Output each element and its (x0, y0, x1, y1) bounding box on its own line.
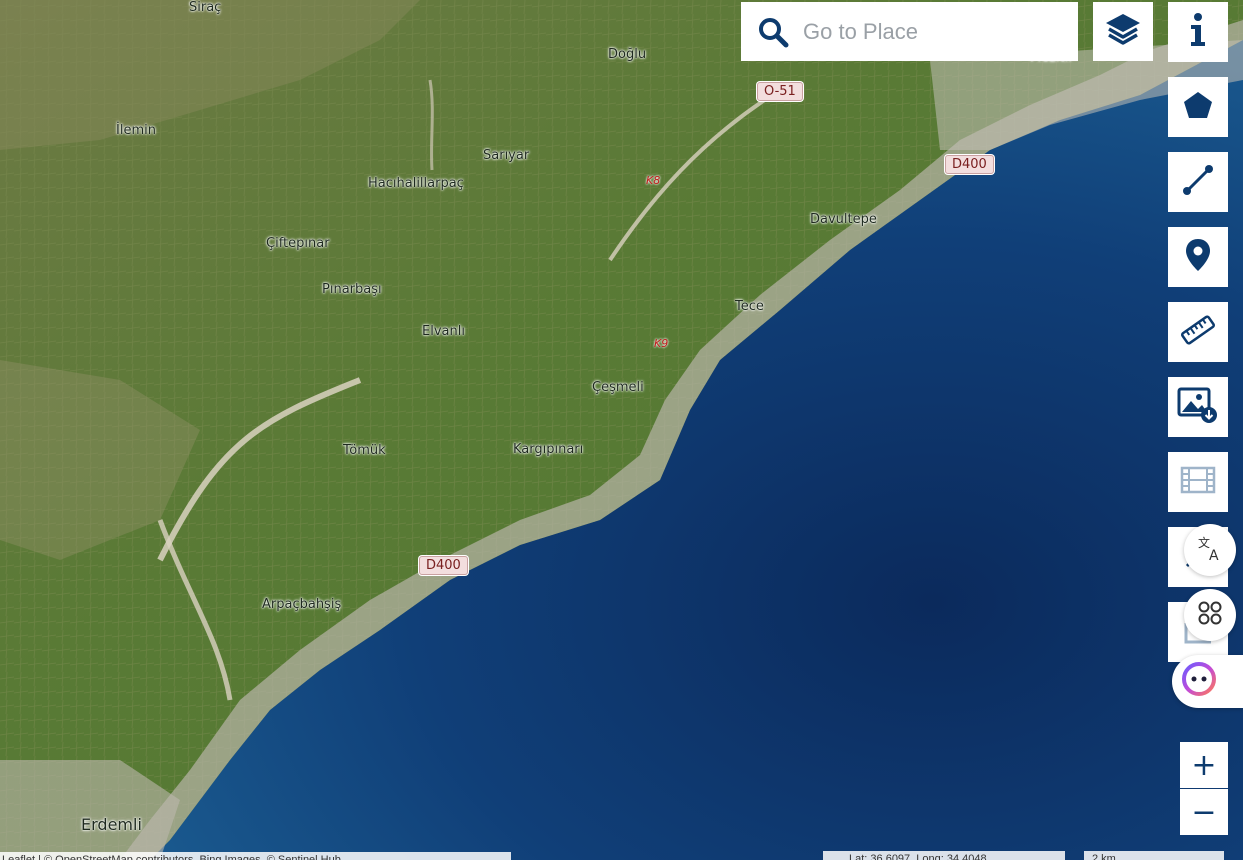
apps-icon (1197, 600, 1223, 631)
place-label-davultepe: Davultepe (810, 212, 877, 227)
measure-button[interactable] (1168, 302, 1228, 362)
place-label-cesmeli: Çeşmeli (592, 380, 644, 395)
info-button[interactable] (1168, 2, 1228, 62)
assistant-button[interactable] (1172, 655, 1243, 708)
svg-text:A: A (1209, 548, 1219, 562)
place-label-doglu: Doğlu (608, 47, 647, 62)
line-icon (1181, 163, 1215, 202)
map-attribution: Leaflet | © OpenStreetMap contributors, … (0, 852, 511, 860)
image-download-icon (1177, 385, 1219, 430)
draw-polygon-button[interactable] (1168, 77, 1228, 137)
satellite-map[interactable] (0, 0, 1243, 860)
place-label-sariyar: Sarıyar (483, 148, 530, 163)
place-label-sirac: Siraç (189, 0, 222, 15)
layers-icon (1104, 10, 1142, 53)
timelapse-button[interactable] (1168, 452, 1228, 512)
search-input[interactable] (801, 17, 1065, 46)
road-shield-d400-west: D400 (419, 556, 468, 575)
translate-icon: 文A (1196, 534, 1224, 567)
draw-line-button[interactable] (1168, 152, 1228, 212)
coordinates-readout: Lat: 36.6097, Long: 34.4048 (823, 851, 1065, 860)
place-label-erdemli: Erdemli (81, 815, 142, 834)
polygon-icon (1182, 90, 1214, 125)
marker-icon (1185, 238, 1211, 277)
place-label-tomuk: Tömük (343, 443, 386, 458)
place-label-hacihalillarpac: Hacıhalillarpaç (368, 176, 464, 191)
place-label-tece: Tece (735, 299, 764, 314)
layers-button[interactable] (1093, 2, 1153, 61)
film-icon (1180, 465, 1216, 500)
download-image-button[interactable] (1168, 377, 1228, 437)
search-icon[interactable] (755, 14, 791, 50)
translate-button[interactable]: 文A (1184, 524, 1236, 576)
place-marker-button[interactable] (1168, 227, 1228, 287)
place-label-pinarbasi: Pınarbaşı (322, 282, 382, 297)
apps-button[interactable] (1184, 589, 1236, 641)
scale-bar: 2 km (1084, 851, 1224, 860)
road-label-k9: K9 (654, 337, 669, 350)
info-icon (1183, 12, 1213, 53)
place-label-ciftepinar: Çiftepınar (266, 236, 330, 251)
search-box (741, 2, 1078, 61)
road-shield-d400-east: D400 (945, 155, 994, 174)
place-label-kargipinari: Kargıpınarı (513, 442, 584, 457)
assistant-icon (1181, 661, 1217, 702)
place-label-elvanli: Elvanlı (422, 324, 465, 339)
road-label-k8: K8 (646, 174, 661, 187)
ruler-icon (1180, 312, 1216, 353)
zoom-in-button[interactable]: + (1180, 742, 1228, 788)
road-shield-o51: O-51 (757, 82, 803, 101)
place-label-ilemin: İlemin (116, 123, 156, 138)
zoom-out-button[interactable]: − (1180, 789, 1228, 835)
place-label-arpacbahsis: Arpaçbahşiş (262, 597, 342, 612)
